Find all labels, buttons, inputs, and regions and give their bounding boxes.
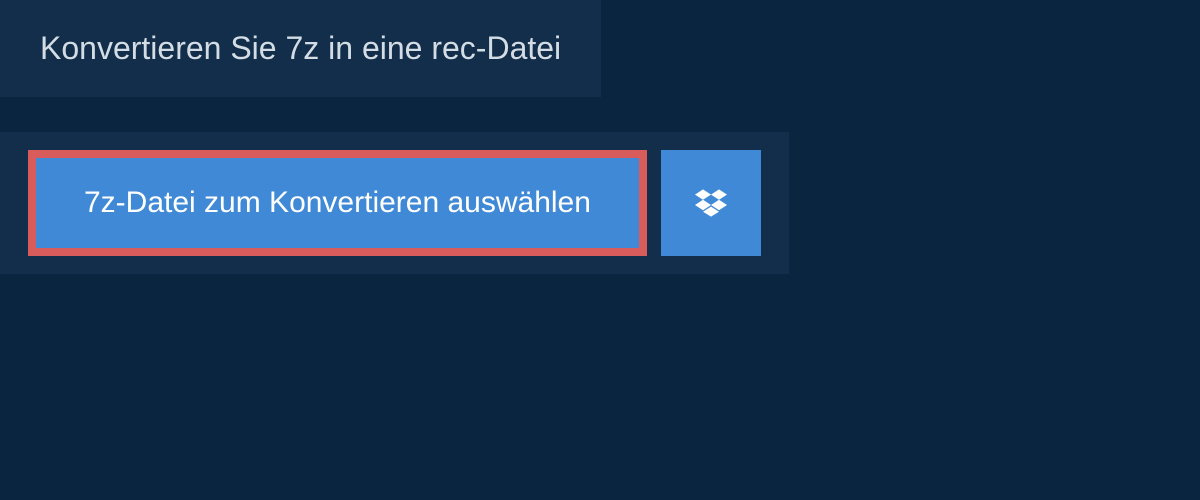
select-file-label: 7z-Datei zum Konvertieren auswählen [84, 186, 591, 220]
dropbox-button[interactable] [661, 150, 761, 256]
header-band: Konvertieren Sie 7z in eine rec-Datei [0, 0, 601, 97]
dropbox-icon [695, 189, 727, 217]
page-title: Konvertieren Sie 7z in eine rec-Datei [40, 30, 561, 67]
file-select-panel: 7z-Datei zum Konvertieren auswählen [0, 132, 789, 274]
select-file-button[interactable]: 7z-Datei zum Konvertieren auswählen [28, 150, 647, 256]
